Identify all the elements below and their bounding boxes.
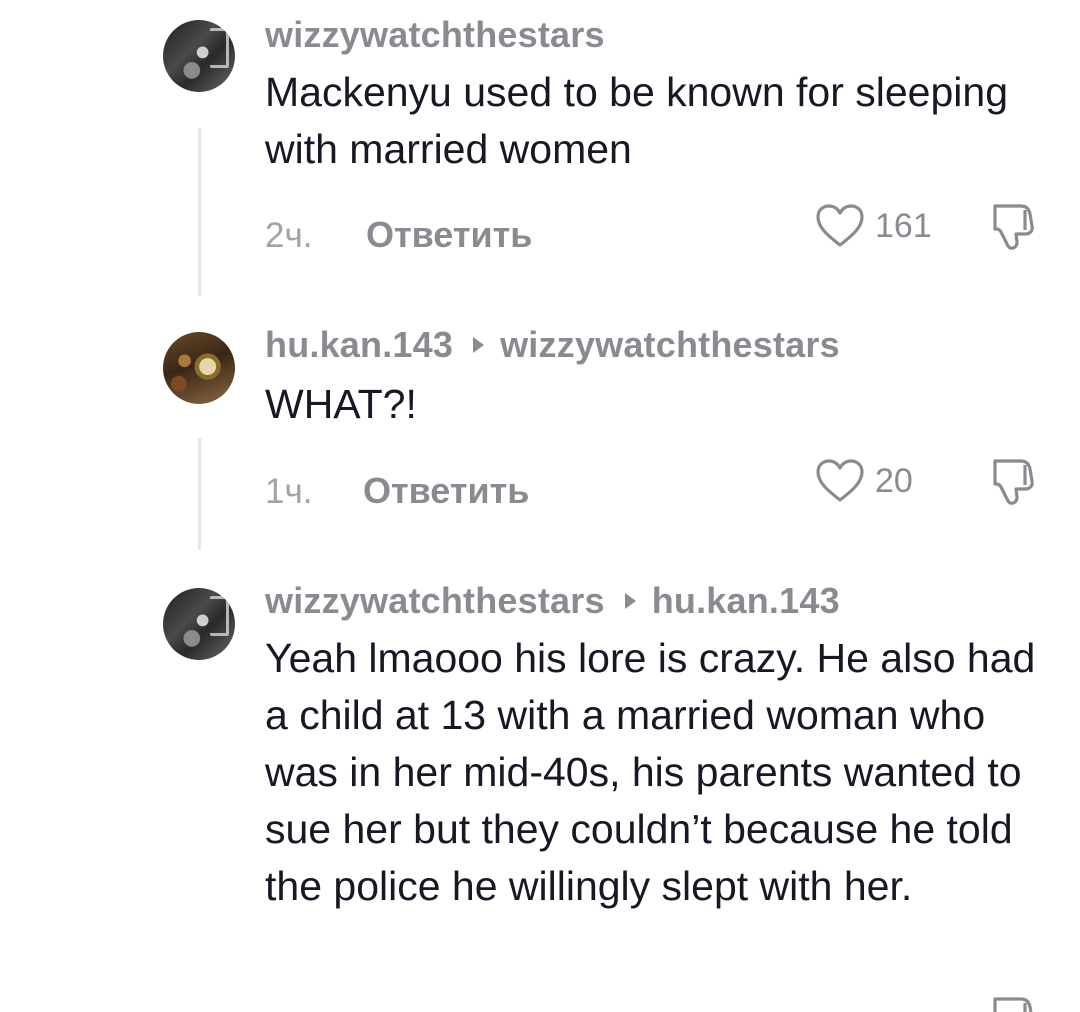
like-count: 161 [875, 207, 932, 245]
avatar[interactable] [163, 588, 235, 660]
comment-text: Yeah lmaooo his lore is crazy. He also h… [265, 635, 1036, 909]
thread-line [198, 128, 201, 296]
reply-arrow-icon [473, 337, 485, 354]
heart-outline-icon [816, 204, 864, 247]
avatar[interactable] [163, 20, 235, 92]
thread-line [198, 438, 201, 550]
author-name[interactable]: hu.kan.143 [265, 324, 453, 365]
dislike-button[interactable] [988, 995, 1040, 1012]
comment-time: 1ч. [265, 472, 313, 511]
comment-text: Mackenyu used to be known for sleeping w… [265, 69, 1009, 172]
comment-time: 2ч. [265, 216, 313, 255]
comment-text: WHAT?! [265, 381, 417, 427]
comment-author[interactable]: hu.kan.143 wizzywatchthestars [265, 324, 840, 366]
comment-author[interactable]: wizzywatchthestars hu.kan.143 [265, 580, 840, 622]
heart-outline-icon [816, 459, 864, 502]
dislike-button[interactable] [988, 457, 1040, 512]
comment-author[interactable]: wizzywatchthestars [265, 14, 605, 56]
reply-to-name[interactable]: wizzywatchthestars [500, 324, 840, 365]
thumbs-down-outline-icon [993, 204, 1034, 250]
reply-button[interactable]: Ответить [366, 214, 532, 256]
reply-button[interactable]: Ответить [363, 470, 529, 512]
avatar[interactable] [163, 332, 235, 404]
thumbs-down-outline-icon [993, 997, 1033, 1012]
reply-arrow-icon [624, 593, 636, 610]
reply-to-name[interactable]: hu.kan.143 [652, 580, 840, 621]
dislike-button[interactable] [988, 202, 1040, 257]
author-name[interactable]: wizzywatchthestars [265, 580, 605, 621]
thumbs-down-outline-icon [993, 459, 1034, 505]
like-count: 20 [875, 462, 913, 500]
author-name[interactable]: wizzywatchthestars [265, 14, 605, 55]
